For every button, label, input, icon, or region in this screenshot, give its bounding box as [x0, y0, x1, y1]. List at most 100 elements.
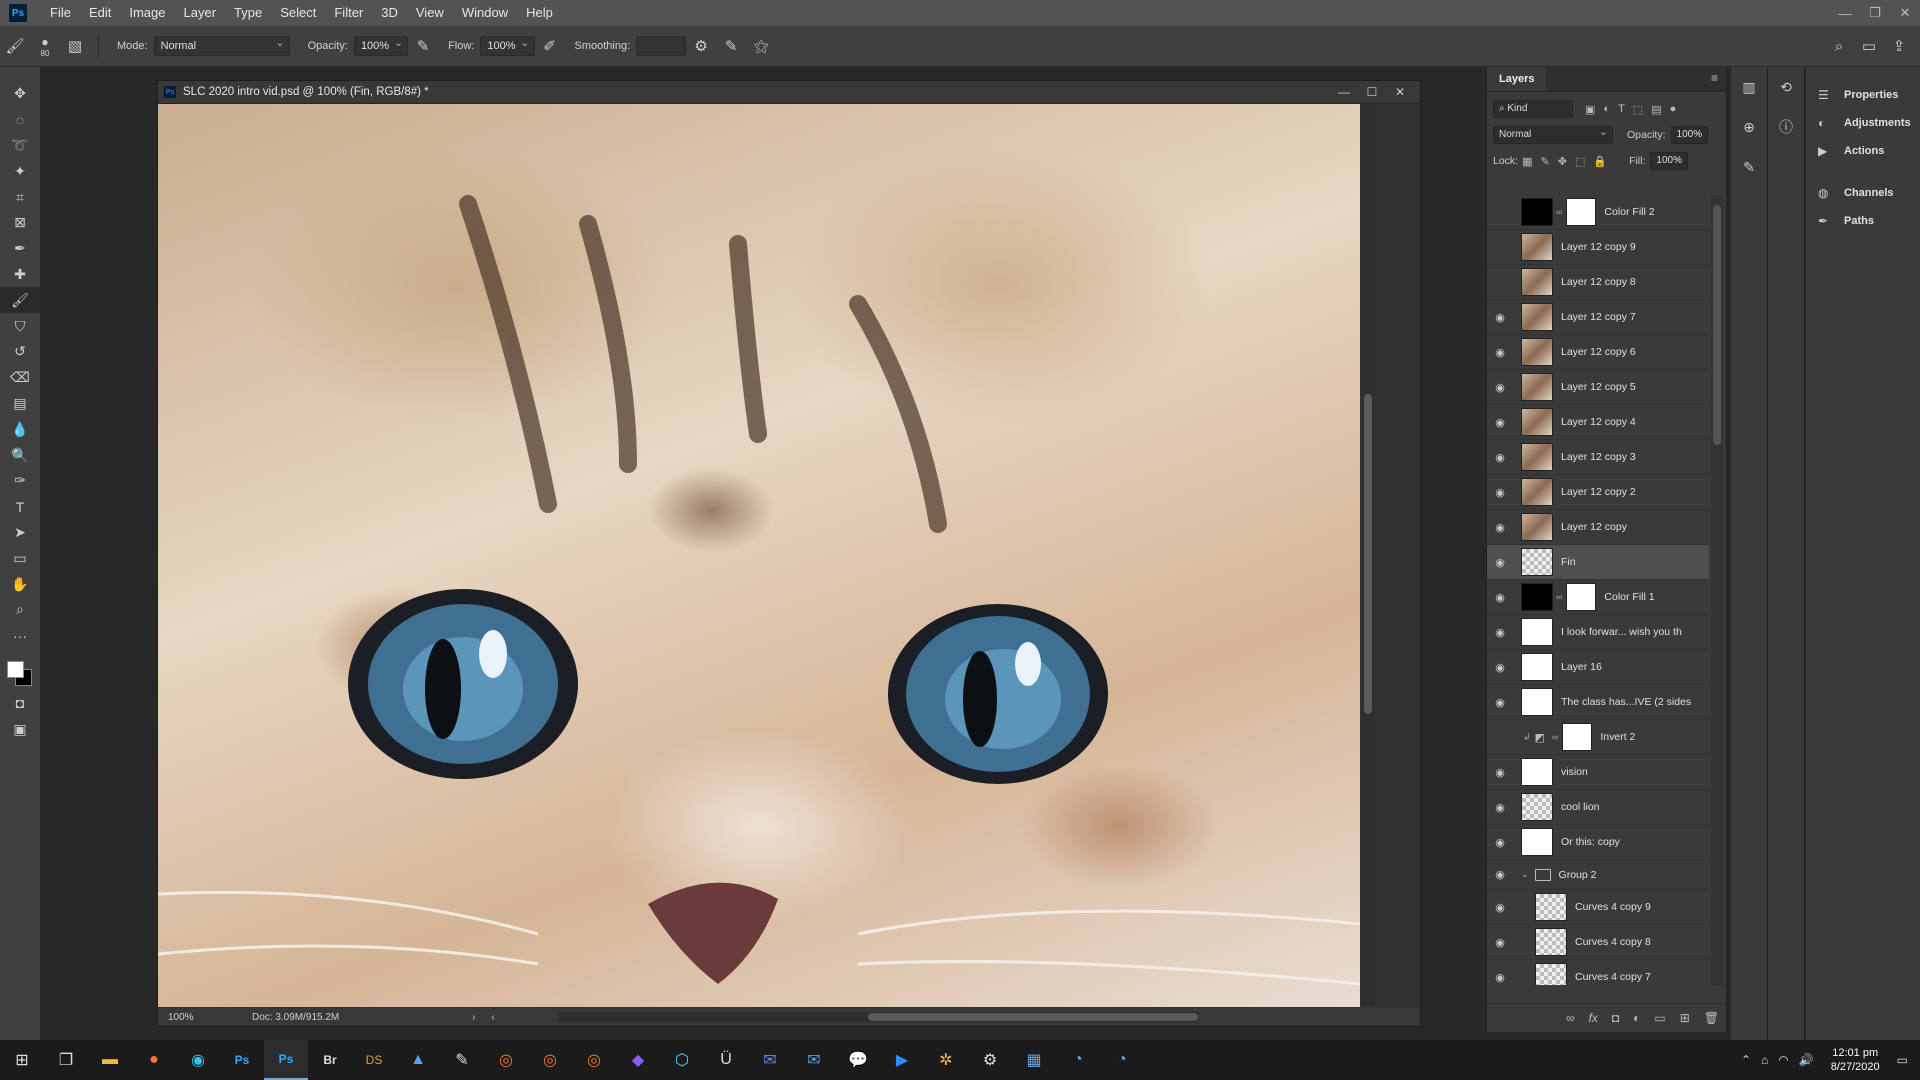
history-brush-tool-icon[interactable]: ↺ — [0, 339, 40, 365]
brush-tool-icon[interactable]: 🖌 — [0, 287, 40, 314]
fx-icon[interactable]: fx — [1589, 1011, 1598, 1025]
layer-row[interactable]: ◉ Layer 12 copy — [1487, 510, 1709, 545]
zoom-level[interactable]: 100% — [158, 1012, 212, 1023]
history-icon[interactable]: ⟲ — [1768, 67, 1804, 107]
close-icon[interactable]: ✕ — [1890, 0, 1920, 26]
visibility-eye-icon[interactable]: ◉ — [1487, 206, 1513, 219]
airbrush-icon[interactable]: ✐ — [539, 35, 561, 57]
zoom-icon[interactable]: ▶ — [880, 1040, 924, 1080]
visibility-eye-icon[interactable]: ◉ — [1487, 661, 1513, 674]
layer-row[interactable]: ◉ ∞ Color Fill 2 — [1487, 195, 1709, 230]
usb-icon[interactable]: ⌂ — [1761, 1053, 1768, 1067]
brush-size-picker[interactable]: ● 80 — [34, 35, 56, 58]
fill-field[interactable]: 100% — [1650, 150, 1688, 170]
menu-view[interactable]: View — [407, 0, 453, 26]
edge-icon[interactable]: ◉ — [176, 1040, 220, 1080]
layer-row-selected[interactable]: ◉ Fin — [1487, 545, 1709, 580]
menu-filter[interactable]: Filter — [325, 0, 372, 26]
blend-mode-dropdown[interactable]: Normal — [1493, 124, 1613, 144]
layer-row[interactable]: ◉ ∞ Color Fill 1 — [1487, 580, 1709, 615]
horizontal-scroll-thumb[interactable] — [868, 1013, 1198, 1021]
group-expand-arrow-icon[interactable]: ⌄ — [1521, 869, 1529, 880]
visibility-eye-icon[interactable]: ◉ — [1487, 451, 1513, 464]
screen-mode-icon[interactable]: ▣ — [0, 716, 40, 742]
visibility-eye-icon[interactable]: ◉ — [1487, 836, 1513, 849]
layer-row[interactable]: ◉ Layer 16 — [1487, 650, 1709, 685]
brush-settings-panel-icon[interactable]: ✎ — [1731, 147, 1767, 187]
minimize-icon[interactable]: — — [1830, 0, 1860, 26]
paths-panel-button[interactable]: ✒ Paths — [1806, 207, 1920, 235]
menu-window[interactable]: Window — [453, 0, 517, 26]
zoom-tool-icon[interactable]: ⌕ — [0, 597, 40, 623]
visibility-eye-icon[interactable]: ◉ — [1487, 801, 1513, 814]
vectorworks-icon[interactable]: ⬡ — [660, 1040, 704, 1080]
lasso-tool-icon[interactable]: ➰ — [0, 133, 40, 159]
layer-row[interactable]: ◉ Curves 4 copy 8 — [1487, 925, 1709, 960]
lock-all-icon[interactable]: 🔒 — [1593, 155, 1607, 168]
visibility-eye-icon[interactable]: ◉ — [1487, 868, 1513, 881]
symmetry-icon[interactable]: ⚝ — [750, 35, 772, 57]
layer-row[interactable]: ◉ cool lion — [1487, 790, 1709, 825]
filter-toggle-icon[interactable]: ● — [1670, 103, 1677, 115]
visibility-eye-icon[interactable]: ◉ — [1487, 276, 1513, 289]
photoshop-icon[interactable]: Ps — [220, 1040, 264, 1080]
group-row[interactable]: ◉ ⌄ Group 2 — [1487, 860, 1709, 890]
link-layers-icon[interactable]: ∞ — [1566, 1011, 1575, 1025]
share-icon[interactable]: ⇪ — [1888, 35, 1910, 57]
layer-row[interactable]: ◉ ↲ ◩ ∞ Invert 2 — [1487, 720, 1709, 755]
marquee-tool-icon[interactable]: ◌ — [0, 107, 40, 133]
adjustments-panel-button[interactable]: ◐ Adjustments — [1806, 109, 1920, 137]
unreal-icon[interactable]: Ü — [704, 1040, 748, 1080]
firefox-icon[interactable]: ● — [132, 1040, 176, 1080]
lock-position-icon[interactable]: ✥ — [1558, 155, 1567, 168]
visibility-eye-icon[interactable]: ◉ — [1487, 696, 1513, 709]
slack-icon[interactable]: ✲ — [924, 1040, 968, 1080]
restore-icon[interactable]: ❐ — [1860, 0, 1890, 26]
visibility-eye-icon[interactable]: ◉ — [1487, 766, 1513, 779]
blur-tool-icon[interactable]: 💧 — [0, 416, 40, 442]
gradient-tool-icon[interactable]: ▤ — [0, 391, 40, 417]
panel-menu-icon[interactable]: ≡ — [1711, 71, 1718, 85]
brush-tool-preset-icon[interactable]: 🖌 — [4, 35, 26, 57]
settings-icon[interactable]: ⚙ — [968, 1040, 1012, 1080]
krita-icon[interactable]: ◆ — [616, 1040, 660, 1080]
document-minimize-icon[interactable]: — — [1330, 81, 1358, 103]
info-icon[interactable]: ⓘ — [1768, 107, 1804, 147]
volume-icon[interactable]: 🔊 — [1799, 1053, 1814, 1067]
visibility-eye-icon[interactable]: ◉ — [1487, 241, 1513, 254]
menu-help[interactable]: Help — [517, 0, 562, 26]
magic-wand-tool-icon[interactable]: ✦ — [0, 158, 40, 184]
mail-icon[interactable]: ✉ — [792, 1040, 836, 1080]
smoothing-options-gear-icon[interactable]: ⚙ — [690, 35, 712, 57]
visibility-eye-icon[interactable]: ◉ — [1487, 971, 1513, 984]
start-icon[interactable]: ⊞ — [0, 1040, 44, 1080]
actions-panel-button[interactable]: ▶ Actions — [1806, 137, 1920, 165]
layer-row[interactable]: ◉ Layer 12 copy 9 — [1487, 230, 1709, 265]
photoshop-active-icon[interactable]: Ps — [264, 1040, 308, 1080]
visibility-eye-icon[interactable]: ◉ — [1487, 556, 1513, 569]
pressure-size-icon[interactable]: ✎ — [720, 35, 742, 57]
channels-panel-button[interactable]: ◍ Channels — [1806, 179, 1920, 207]
new-layer-icon[interactable]: ⊞ — [1680, 1011, 1690, 1025]
hand-tool-icon[interactable]: ✋ — [0, 571, 40, 597]
browser-icon[interactable]: ◔ — [1056, 1040, 1100, 1080]
layer-row[interactable]: ◉ Curves 4 copy 7 — [1487, 960, 1709, 985]
properties-panel-button[interactable]: ☰ Properties — [1806, 81, 1920, 109]
workspace-icon[interactable]: ▭ — [1858, 35, 1880, 57]
opacity-field[interactable]: 100% — [353, 34, 409, 56]
menu-select[interactable]: Select — [271, 0, 325, 26]
notifications-icon[interactable]: ▭ — [1897, 1053, 1908, 1067]
layer-row[interactable]: ◉ vision — [1487, 755, 1709, 790]
horizontal-scrollbar[interactable] — [558, 1012, 1198, 1022]
layer-opacity-field[interactable]: 100% — [1670, 124, 1709, 144]
menu-file[interactable]: File — [41, 0, 80, 26]
lock-transparent-icon[interactable]: ▦ — [1522, 155, 1532, 168]
layer-row[interactable]: ◉ Layer 12 copy 8 — [1487, 265, 1709, 300]
crop-tool-icon[interactable]: ⌗ — [0, 184, 40, 210]
blender-icon[interactable]: ◎ — [484, 1040, 528, 1080]
layer-row[interactable]: ◉ Curves 4 copy 9 — [1487, 890, 1709, 925]
chat-icon[interactable]: 💬 — [836, 1040, 880, 1080]
filter-shape-icon[interactable]: ⬚ — [1633, 103, 1643, 116]
visibility-eye-icon[interactable]: ◉ — [1487, 486, 1513, 499]
visibility-eye-icon[interactable]: ◉ — [1487, 311, 1513, 324]
